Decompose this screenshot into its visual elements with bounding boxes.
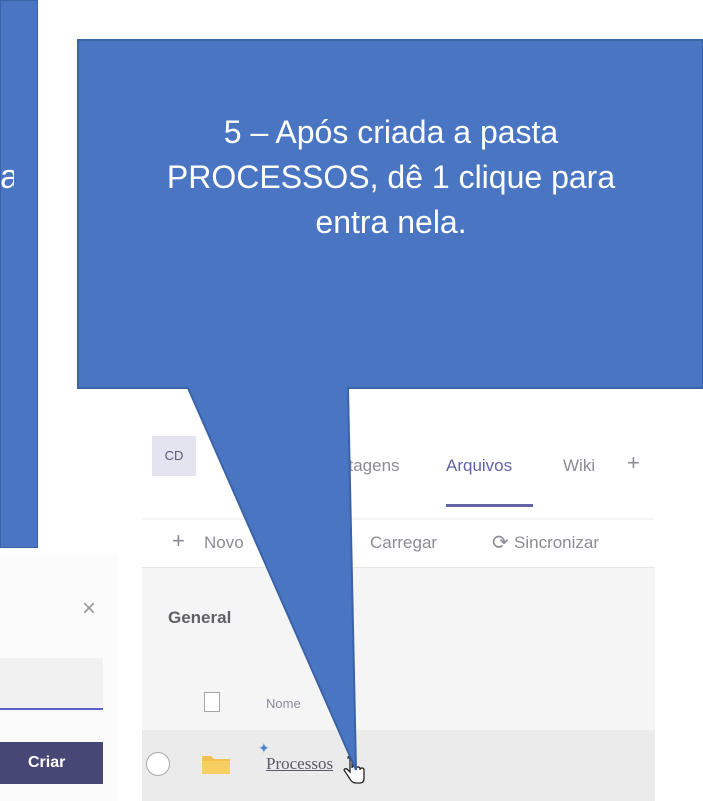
callout-line-2: PROCESSOS, dê 1 clique para xyxy=(166,158,616,195)
callout-line-1: 5 – Após criada a pasta xyxy=(223,114,559,150)
callout-text: 5 – Após criada a pasta PROCESSOS, dê 1 … xyxy=(86,110,696,244)
callout-line-3: entra nela. xyxy=(315,203,467,240)
